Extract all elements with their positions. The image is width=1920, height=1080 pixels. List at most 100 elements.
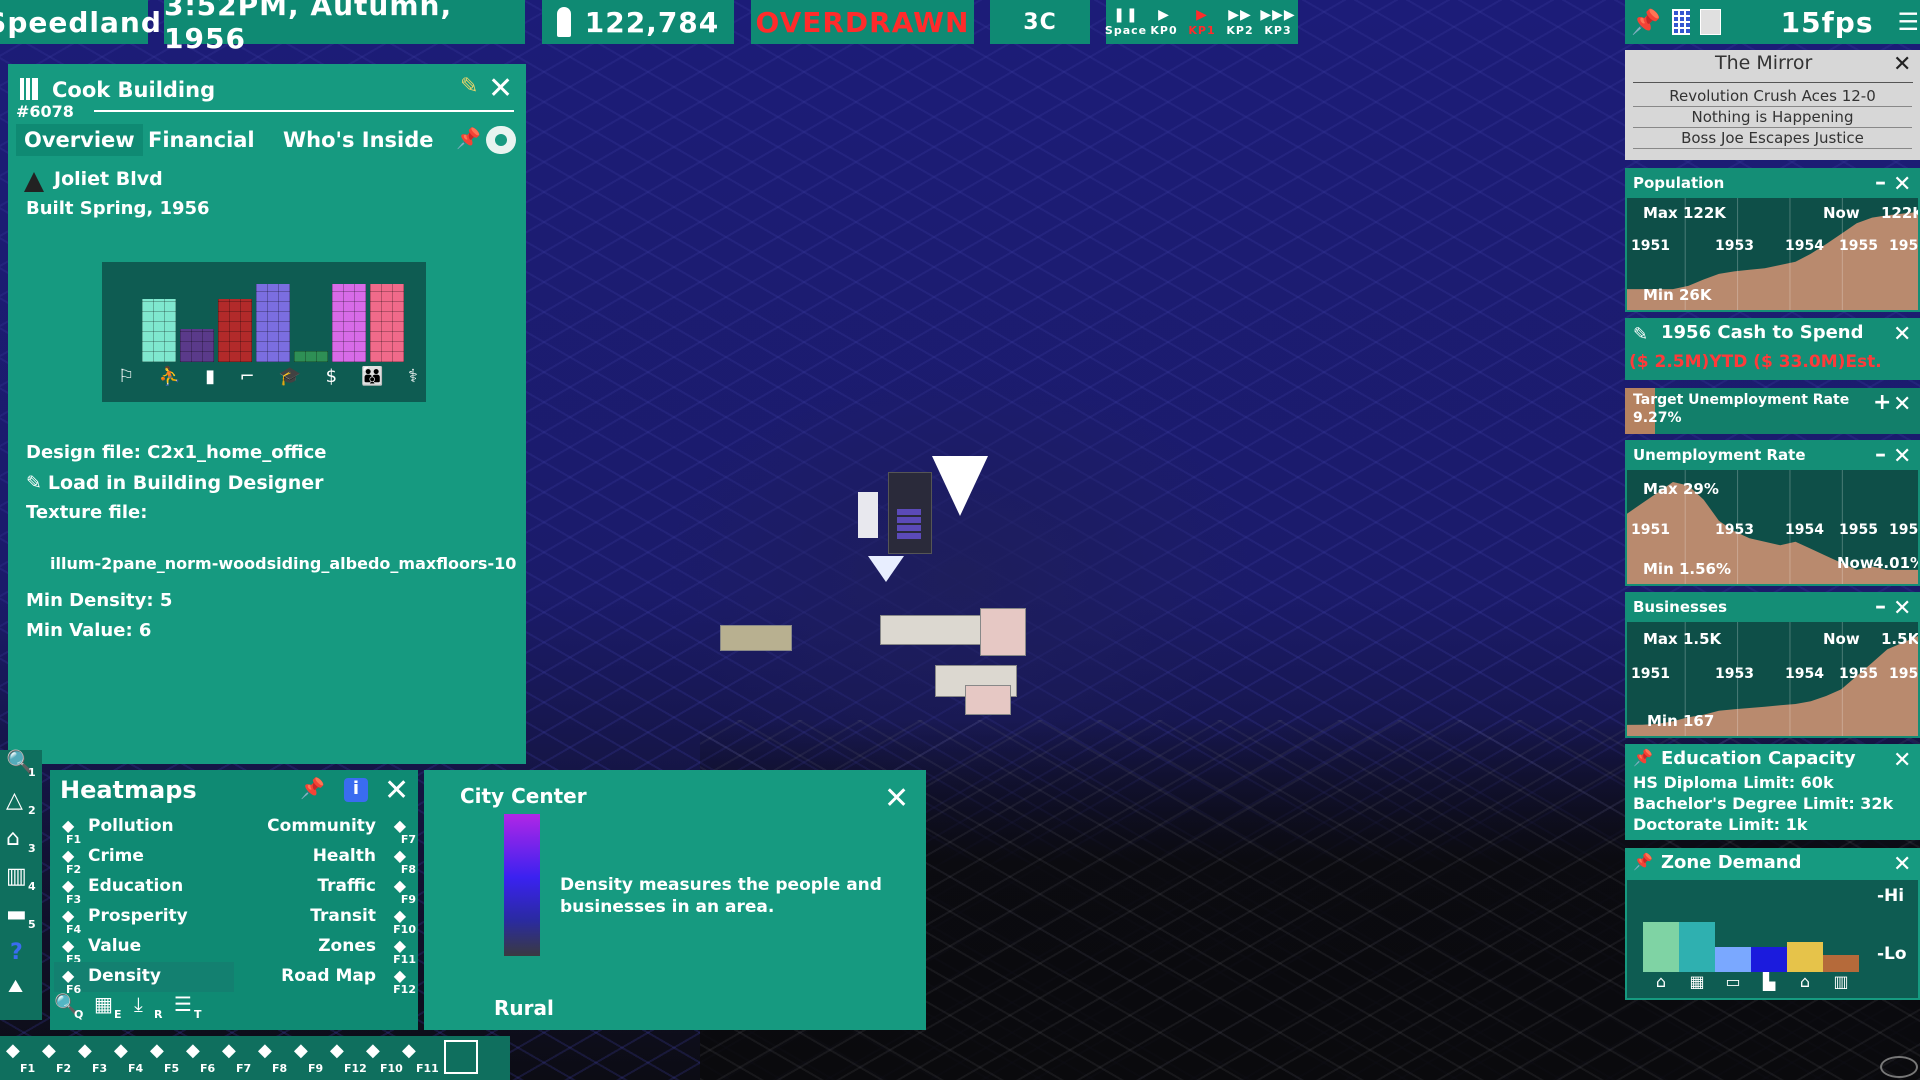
headline[interactable]: Revolution Crush Aces 12-0 xyxy=(1633,86,1912,107)
heatmap-tool-button[interactable]: ☰ T xyxy=(174,992,208,1022)
pin-icon[interactable]: 📌 xyxy=(300,776,325,800)
newspaper-panel[interactable]: The Mirror ✕ Revolution Crush Aces 12-0 N… xyxy=(1625,50,1920,160)
heatmap-option-pollution[interactable]: ◆ Pollution F1 xyxy=(54,812,234,846)
heatmap-shortcut-button[interactable]: ◆ F12 xyxy=(330,1040,367,1076)
graph-title: Unemployment Rate xyxy=(1633,446,1806,464)
side-tool-button[interactable]: ▬ 5 xyxy=(0,902,42,940)
budget-status[interactable]: OVERDRAWN xyxy=(751,0,974,44)
heatmap-shortcut-button[interactable]: ◆ F6 xyxy=(186,1040,216,1076)
close-icon[interactable]: ✕ xyxy=(1893,174,1911,196)
pin-icon[interactable]: 📌 xyxy=(456,126,481,150)
side-tool-button[interactable]: △ 2 xyxy=(0,788,42,826)
heatmap-option-health[interactable]: ◆ Health F8 xyxy=(230,842,416,876)
heatmap-shortcut-button[interactable]: ◆ F2 xyxy=(42,1040,72,1076)
close-icon[interactable]: ✕ xyxy=(1893,750,1911,772)
minimize-icon[interactable]: – xyxy=(1875,170,1886,195)
pin-icon[interactable]: 📌 xyxy=(1633,748,1653,767)
building-address[interactable]: Joliet Blvd xyxy=(54,168,163,190)
terrain-icon[interactable]: ⛰ xyxy=(0,976,42,1012)
speed-key-label: KP3 xyxy=(1264,24,1292,37)
heatmap-shortcut-button[interactable]: ◆ F11 xyxy=(402,1040,439,1076)
heatmap-option-crime[interactable]: ◆ Crime F2 xyxy=(54,842,234,876)
grid-icon[interactable] xyxy=(1671,9,1690,35)
heatmap-shortcut-button[interactable]: ◆ F1 xyxy=(6,1040,36,1076)
speed-button-kp1[interactable]: ▶ KP1 xyxy=(1184,1,1220,43)
heatmap-shortcut-button[interactable]: ◆ F8 xyxy=(258,1040,288,1076)
help-icon[interactable]: ? xyxy=(0,940,42,976)
heatmap-icon: ◆ xyxy=(6,1040,20,1061)
heatmap-shortcut-button[interactable]: ◆ F9 xyxy=(294,1040,324,1076)
close-icon[interactable]: ✕ xyxy=(1893,598,1911,620)
minimize-icon[interactable]: – xyxy=(1875,594,1886,619)
shortcut-key: 2 xyxy=(28,804,36,817)
speed-button-kp2[interactable]: ▶▶ KP2 xyxy=(1222,1,1258,43)
building-id: #6078 xyxy=(16,102,74,121)
heatmap-label: Crime xyxy=(88,846,144,866)
speed-button-kp3[interactable]: ▶▶▶ KP3 xyxy=(1260,1,1296,43)
shortcut-key: F6 xyxy=(200,1062,216,1075)
eye-icon[interactable] xyxy=(1880,1056,1918,1078)
close-icon[interactable]: ✕ xyxy=(1893,324,1911,346)
population-graph-panel: Population – ✕ Max 122K Now 122K Min 26K… xyxy=(1625,168,1920,312)
tab-overview[interactable]: Overview xyxy=(16,124,143,156)
plus-icon[interactable]: + xyxy=(1873,390,1891,415)
eye-icon[interactable] xyxy=(486,126,516,154)
speed-button-space[interactable]: ❚❚ Space xyxy=(1105,1,1146,43)
heatmap-tool-button[interactable]: ⤓ R xyxy=(134,992,168,1022)
side-tool-button[interactable]: ▥ 4 xyxy=(0,864,42,902)
heatmap-tool-button[interactable]: ▦ E xyxy=(94,992,128,1022)
city-name[interactable]: Speedland xyxy=(0,0,161,44)
heatmap-option-zones[interactable]: ◆ Zones F11 xyxy=(230,932,416,966)
load-in-designer-link[interactable]: ✎ Load in Building Designer xyxy=(26,472,324,494)
close-icon[interactable]: ✕ xyxy=(1893,854,1911,876)
cash-icon: ✎ xyxy=(1633,324,1649,345)
side-tool-button[interactable]: 🔍 1 xyxy=(0,750,42,788)
pin-icon[interactable]: 📌 xyxy=(1631,8,1662,36)
population-display[interactable]: 122,784 xyxy=(542,0,734,44)
building-stats-chart: ⚐ ⛹ ▮ ⌐ 🎓 $ 👪 ⚕ xyxy=(102,262,426,402)
heatmap-option-density[interactable]: ◆ Density F6 xyxy=(54,962,234,996)
tab-financial[interactable]: Financial xyxy=(148,124,255,156)
map-building[interactable] xyxy=(980,608,1026,656)
close-icon[interactable]: ✕ xyxy=(884,784,909,814)
map-building[interactable] xyxy=(720,625,792,651)
building-info-panel: Cook Building #6078 ✎ ✕ Overview Financi… xyxy=(8,64,526,764)
shortcut-key: F12 xyxy=(344,1062,367,1075)
heatmap-label: Value xyxy=(88,936,142,956)
prosperity-icon: $ xyxy=(325,366,338,387)
pin-icon[interactable]: 📌 xyxy=(1633,852,1653,871)
heatmap-shortcut-button[interactable]: ◆ F10 xyxy=(366,1040,403,1076)
side-tool-button[interactable]: ⌂ 3 xyxy=(0,826,42,864)
menu-icon[interactable]: ☰ xyxy=(1897,8,1920,36)
route-icon: ⤓ xyxy=(134,992,143,1016)
chat-list-icon[interactable] xyxy=(444,1040,478,1074)
heatmap-shortcut-button[interactable]: ◆ F4 xyxy=(114,1040,144,1076)
heatmap-option-community[interactable]: ◆ Community F7 xyxy=(230,812,416,846)
heatmap-option-education[interactable]: ◆ Education F3 xyxy=(54,872,234,906)
map-selected-building[interactable] xyxy=(888,472,932,554)
shortcut-key: F8 xyxy=(272,1062,288,1075)
heatmap-option-prosperity[interactable]: ◆ Prosperity F4 xyxy=(54,902,234,936)
heatmap-option-transit[interactable]: ◆ Transit F10 xyxy=(230,902,416,936)
close-icon[interactable]: ✕ xyxy=(1893,446,1911,468)
close-icon[interactable]: ✕ xyxy=(384,776,409,806)
heatmap-option-road-map[interactable]: ◆ Road Map F12 xyxy=(230,962,416,996)
headline[interactable]: Nothing is Happening xyxy=(1633,107,1912,128)
info-icon[interactable]: i xyxy=(344,778,368,802)
rename-pencil-icon[interactable]: ✎ xyxy=(460,74,478,99)
map-building[interactable] xyxy=(965,685,1011,715)
close-icon[interactable]: ✕ xyxy=(1893,394,1911,416)
tab-whos-inside[interactable]: Who's Inside xyxy=(283,124,434,156)
heatmap-option-traffic[interactable]: ◆ Traffic F9 xyxy=(230,872,416,906)
heatmap-shortcut-button[interactable]: ◆ F5 xyxy=(150,1040,180,1076)
minimize-icon[interactable]: – xyxy=(1875,442,1886,467)
newspaper-icon[interactable] xyxy=(1699,9,1721,35)
close-icon[interactable]: ✕ xyxy=(1893,54,1911,76)
headline[interactable]: Boss Joe Escapes Justice xyxy=(1633,128,1912,149)
heatmap-shortcut-button[interactable]: ◆ F7 xyxy=(222,1040,252,1076)
heatmap-shortcut-button[interactable]: ◆ F3 xyxy=(78,1040,108,1076)
heatmap-option-value[interactable]: ◆ Value F5 xyxy=(54,932,234,966)
heatmap-tool-button[interactable]: 🔍 Q xyxy=(54,992,88,1022)
speed-button-kp0[interactable]: ▶ KP0 xyxy=(1146,1,1182,43)
close-icon[interactable]: ✕ xyxy=(488,74,513,104)
